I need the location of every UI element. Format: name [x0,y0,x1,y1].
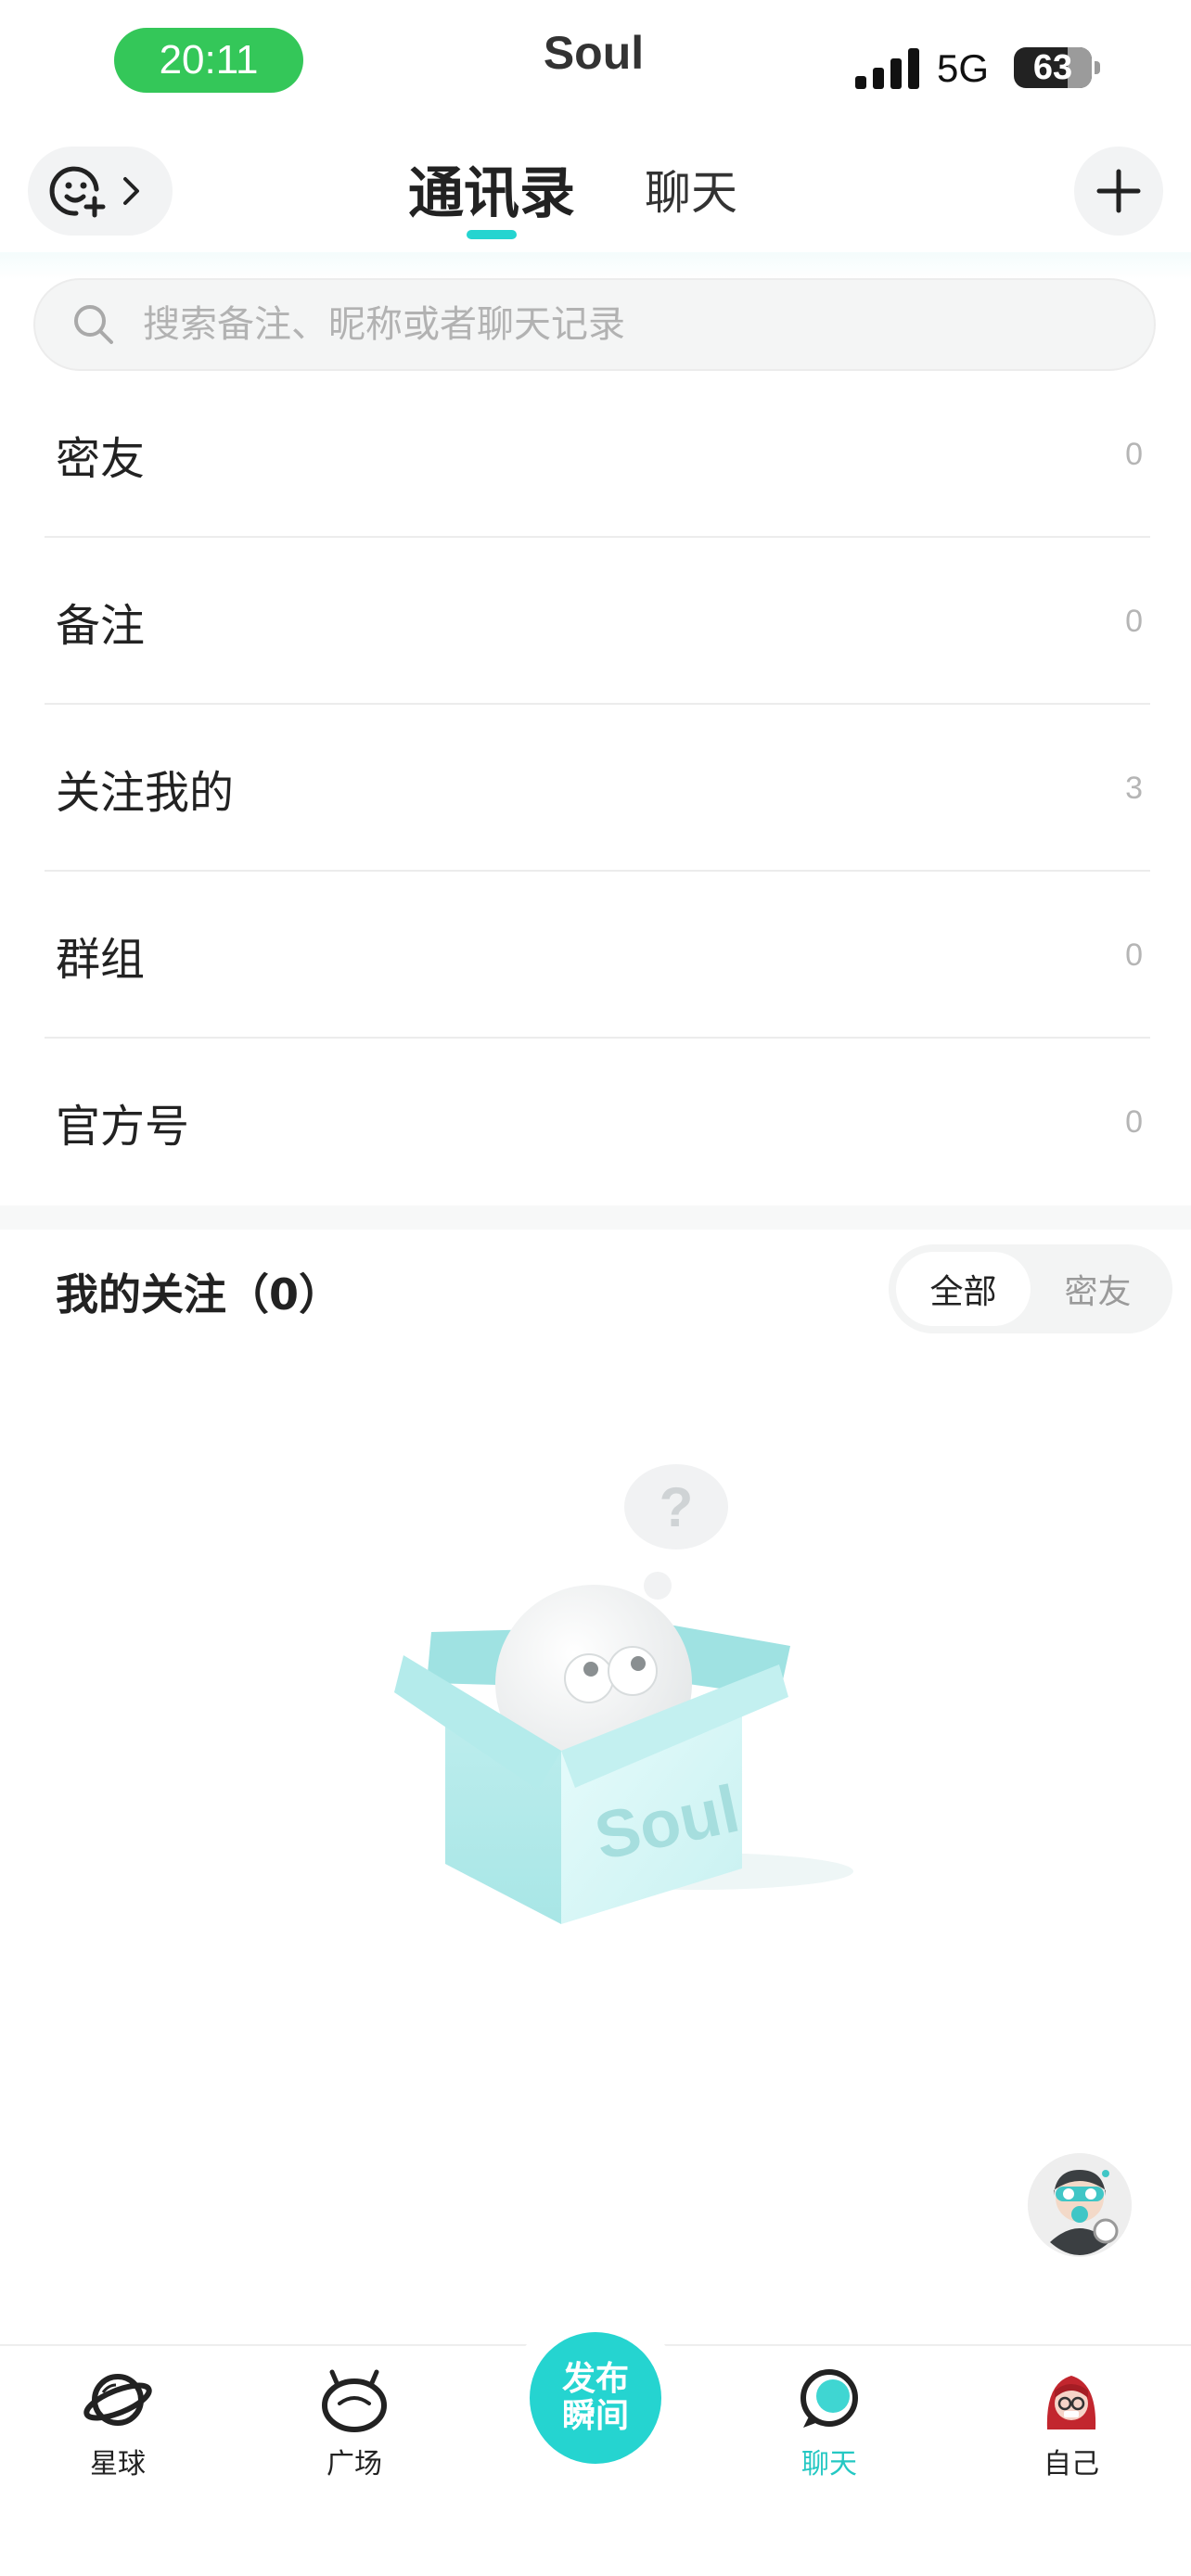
nav-square[interactable]: 广场 [299,2365,410,2481]
nav-label: 自己 [1044,2448,1099,2480]
publish-label-line2: 瞬间 [561,2397,629,2435]
battery-icon: 63 [1014,47,1092,88]
search-bar[interactable] [33,278,1156,371]
chevron-right-icon [123,177,139,205]
category-label: 密友 [56,433,146,485]
category-row-close-friends[interactable]: 密友 0 [0,371,1191,538]
network-type: 5G [937,46,990,90]
empty-box-illustration: ? Soul [394,1464,853,1924]
following-filter: 全部 密友 [889,1244,1172,1333]
category-count: 0 [1125,937,1143,973]
svg-text:?: ? [660,1476,694,1538]
publish-label-line1: 发布 [561,2360,629,2398]
nav-label: 广场 [327,2448,382,2480]
category-count: 0 [1125,436,1143,472]
category-row-official[interactable]: 官方号 0 [0,1039,1191,1205]
add-button[interactable] [1074,147,1163,236]
chat-bubble-icon [800,2369,858,2428]
category-label: 备注 [56,600,146,652]
nav-label: 星球 [90,2448,146,2480]
following-title: 我的关注（0） [56,1269,342,1320]
tab-contacts[interactable]: 通讯录 [408,148,575,229]
status-time: 20:11 [114,28,303,93]
signal-icon [855,48,919,89]
category-label: 关注我的 [56,767,235,819]
search-icon [74,305,113,344]
nav-planet[interactable]: 星球 [62,2365,173,2481]
tab-active-indicator [467,230,517,239]
category-row-followers[interactable]: 关注我的 3 [0,705,1191,872]
square-face-icon [322,2369,387,2432]
category-label: 官方号 [56,1101,190,1153]
filter-all[interactable]: 全部 [896,1252,1031,1326]
plus-icon [1096,169,1141,213]
header-fade [0,252,1191,280]
status-app-name: Soul [543,27,645,79]
category-row-groups[interactable]: 群组 0 [0,872,1191,1039]
category-count: 3 [1125,770,1143,806]
section-divider [0,1205,1191,1230]
smiley-plus-icon [49,166,106,218]
nav-me[interactable]: 自己 [1016,2365,1127,2481]
tab-chat[interactable]: 聊天 [640,156,742,223]
filter-close-friends[interactable]: 密友 [1031,1252,1165,1326]
category-count: 0 [1125,603,1143,639]
planet-icon [83,2374,152,2426]
category-row-remarks[interactable]: 备注 0 [0,538,1191,705]
assistant-avatar-icon[interactable] [1028,2153,1132,2257]
publish-button[interactable]: 发布 瞬间 [530,2332,661,2464]
nav-chat[interactable]: 聊天 [774,2365,885,2481]
profile-add-button[interactable] [28,147,173,236]
nav-label: 聊天 [801,2448,857,2480]
avatar-icon [1046,2376,1096,2429]
battery-level: 63 [1032,48,1073,87]
battery-nub [1095,61,1100,74]
category-list: 密友 0 备注 0 关注我的 3 群组 0 官方号 0 [0,371,1191,1205]
category-count: 0 [1125,1103,1143,1140]
category-label: 群组 [56,934,146,986]
search-input[interactable] [141,302,1072,347]
